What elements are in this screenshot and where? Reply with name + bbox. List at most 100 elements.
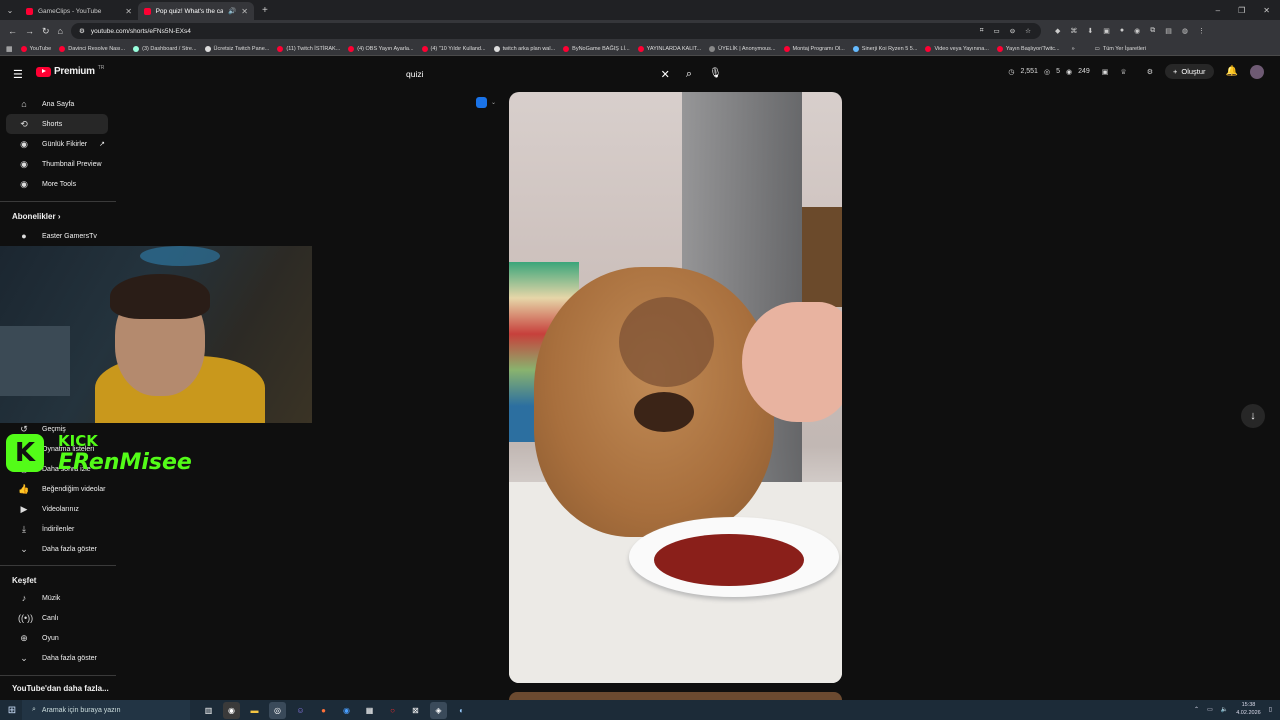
back-icon[interactable]: ← <box>8 26 17 36</box>
sidebar-item-thumbnail-preview[interactable]: ◉ Thumbnail Preview <box>6 154 108 174</box>
bookmark-item[interactable]: Davinci Resolve Nası... <box>59 45 125 52</box>
bookmark-item[interactable]: YouTube <box>20 45 51 52</box>
zoom-icon[interactable]: ⊖ <box>1010 27 1015 35</box>
sidebar-item-gaming[interactable]: ⊕ Oyun <box>6 628 108 648</box>
speaker-icon[interactable]: 🔊 <box>228 7 236 15</box>
close-tab-icon[interactable]: ✕ <box>241 7 248 16</box>
bookmark-item[interactable]: (3) Dashboard / Stre... <box>133 45 197 52</box>
all-bookmarks-button[interactable]: ▭ Tüm Yer İşaretleri <box>1095 46 1146 52</box>
sidebar-item-show-more-explore[interactable]: ⌄ Daha fazla göster <box>6 648 108 668</box>
sidebar-item-more-tools[interactable]: ◉ More Tools <box>6 174 108 194</box>
url-bar[interactable]: ⚙ youtube.com/shorts/eFNs5N-EXs4 ⌗ ▭ ⊖ ☆ <box>70 23 1041 39</box>
bookmark-item[interactable]: YAYINLARDA KALIT... <box>637 45 701 52</box>
maximize-icon[interactable]: ❐ <box>1238 6 1245 15</box>
bookmarks-overflow-icon[interactable]: » <box>1072 46 1075 52</box>
firefox-icon[interactable]: ● <box>315 702 332 719</box>
search-input[interactable]: quizi <box>406 69 423 79</box>
sidebar-item-liked[interactable]: 👍 Beğendiğim videolar <box>6 479 108 499</box>
bookmark-item[interactable]: ByNoGame BAĞIŞ Lİ... <box>563 45 630 52</box>
app-icon[interactable]: ◉ <box>338 702 355 719</box>
epic-games-icon[interactable]: ▦ <box>361 702 378 719</box>
translate-icon[interactable]: ⌗ <box>980 27 984 35</box>
extension-icon[interactable]: ● <box>1120 27 1124 35</box>
windows-start-icon[interactable]: ⊞ <box>2 705 22 716</box>
extension-icon[interactable]: ◆ <box>1055 27 1060 35</box>
new-tab-button[interactable]: + <box>262 5 268 16</box>
opera-icon[interactable]: ○ <box>384 702 401 719</box>
avatar[interactable] <box>1250 64 1264 79</box>
sidebar-item-shorts[interactable]: ⟲ Shorts <box>6 114 108 134</box>
bookmark-item[interactable]: Yayın Başlıyor/Twitc... <box>996 45 1060 52</box>
task-view-icon[interactable]: ▥ <box>200 702 217 719</box>
chrome-icon[interactable]: ◎ <box>269 701 286 719</box>
sidebar-item-gunluk-fikirler[interactable]: ◉ Günlük Fikirler ↗ <box>6 134 108 154</box>
sidebar-item-downloads[interactable]: ⤓ İndirilenler <box>6 519 108 539</box>
extension-icon[interactable]: ▣ <box>1102 68 1109 76</box>
trophy-icon[interactable]: ♕ <box>1120 68 1126 76</box>
sidebar-item-show-more[interactable]: ⌄ Daha fazla göster <box>6 539 108 559</box>
bookmark-item[interactable]: twitch arka plan wal... <box>493 45 555 52</box>
guide-menu-icon[interactable]: ☰ <box>13 68 23 81</box>
sidebar-item-home[interactable]: ⌂ Ana Sayfa <box>6 94 108 114</box>
apps-grid-icon[interactable]: ▦ <box>6 45 13 53</box>
stat-b: 5 <box>1056 68 1060 75</box>
tab-pop-quiz[interactable]: Pop quiz! What's the capyb 🔊 ✕ <box>138 2 254 20</box>
extension-stats[interactable]: ◷ 2,551 ◎ 5 ◉ 249 <box>1008 68 1089 76</box>
subscriptions-heading[interactable]: Abonelikler › <box>12 212 60 221</box>
sidepanel-icon[interactable]: ▤ <box>1165 27 1172 35</box>
reload-icon[interactable]: ↻ <box>42 26 50 37</box>
bookmark-item[interactable]: ÜYELİK | Anonymous... <box>709 45 776 52</box>
discord-icon[interactable]: ☺ <box>292 702 309 719</box>
bookmark-item[interactable]: Sinerji Koi Ryzen 5 5... <box>852 45 917 52</box>
search-box[interactable]: quizi ✕ ⌕ <box>398 64 700 84</box>
subscription-item[interactable]: ● Easter GamersTv <box>6 226 108 246</box>
extension-icon[interactable]: ⬇ <box>1087 27 1093 35</box>
tray-overflow-icon[interactable]: ⌃ <box>1194 706 1199 713</box>
player-extension-chip[interactable]: ⌄ <box>476 97 496 108</box>
steam-icon[interactable]: ◐ <box>453 702 470 719</box>
search-icon[interactable]: ⌕ <box>686 68 692 81</box>
shorts-video-player[interactable] <box>509 92 842 683</box>
sidebar-item-music[interactable]: ♪ Müzik <box>6 588 108 608</box>
notifications-icon[interactable]: ▯ <box>1269 706 1272 713</box>
clear-search-icon[interactable]: ✕ <box>661 68 670 81</box>
extension-icon[interactable]: ▣ <box>1103 27 1110 35</box>
capcut-icon[interactable]: ⊠ <box>407 702 424 719</box>
minimize-icon[interactable]: – <box>1216 6 1220 15</box>
close-window-icon[interactable]: ✕ <box>1263 6 1270 15</box>
app-icon[interactable]: ◈ <box>430 701 447 719</box>
voice-search-icon[interactable]: 🎙 <box>709 68 722 79</box>
menu-icon[interactable]: ⋮ <box>1198 27 1205 35</box>
close-tab-icon[interactable]: ✕ <box>125 7 132 16</box>
extensions-puzzle-icon[interactable]: ⧉ <box>1150 27 1155 35</box>
tab-gameclips[interactable]: GameClips - YouTube ✕ <box>20 2 138 20</box>
bookmark-item[interactable]: (11) Twitch İSTİRAK... <box>277 45 340 52</box>
home-icon[interactable]: ⌂ <box>58 26 63 36</box>
tab-search-icon[interactable]: ⌄ <box>0 6 20 15</box>
bookmark-item[interactable]: (4) OBS Yayın Ayarla... <box>348 45 414 52</box>
next-video-button[interactable]: ↓ <box>1241 404 1265 428</box>
forward-icon[interactable]: → <box>25 26 34 36</box>
taskbar-search[interactable]: ⌕ Aramak için buraya yazın <box>22 700 190 720</box>
sidebar-item-your-videos[interactable]: ▶ Videolarınız <box>6 499 108 519</box>
network-icon[interactable]: ▭ <box>1207 706 1213 713</box>
site-info-icon[interactable]: ⚙ <box>79 27 85 35</box>
create-button[interactable]: + Oluştur <box>1164 64 1214 79</box>
volume-icon[interactable]: 🔈 <box>1221 706 1228 713</box>
bookmark-star-icon[interactable]: ☆ <box>1025 27 1031 35</box>
bookmark-item[interactable]: Ücretsiz Twitch Pane... <box>204 45 269 52</box>
bookmark-item[interactable]: Video veya Yayınına... <box>925 45 989 52</box>
profile-icon[interactable]: ◍ <box>1182 27 1188 35</box>
youtube-logo[interactable]: Premium TR <box>36 65 104 77</box>
sidebar-item-live[interactable]: ((•)) Canlı <box>6 608 108 628</box>
extension-icon[interactable]: ◉ <box>1134 27 1140 35</box>
notifications-bell-icon[interactable]: 🔔 <box>1226 66 1238 77</box>
extension-icon[interactable]: ⌘ <box>1070 27 1077 35</box>
cast-icon[interactable]: ▭ <box>994 27 1000 35</box>
bookmark-item[interactable]: Montaj Programı Ol... <box>783 45 845 52</box>
gear-icon[interactable]: ⚙ <box>1147 68 1153 76</box>
obs-icon[interactable]: ◉ <box>223 701 240 719</box>
bookmark-item[interactable]: (4) "10 Yıldır Kulland... <box>421 45 486 52</box>
file-explorer-icon[interactable]: ▬ <box>246 702 263 719</box>
taskbar-clock[interactable]: 15:38 4.02.2026 <box>1236 701 1260 717</box>
